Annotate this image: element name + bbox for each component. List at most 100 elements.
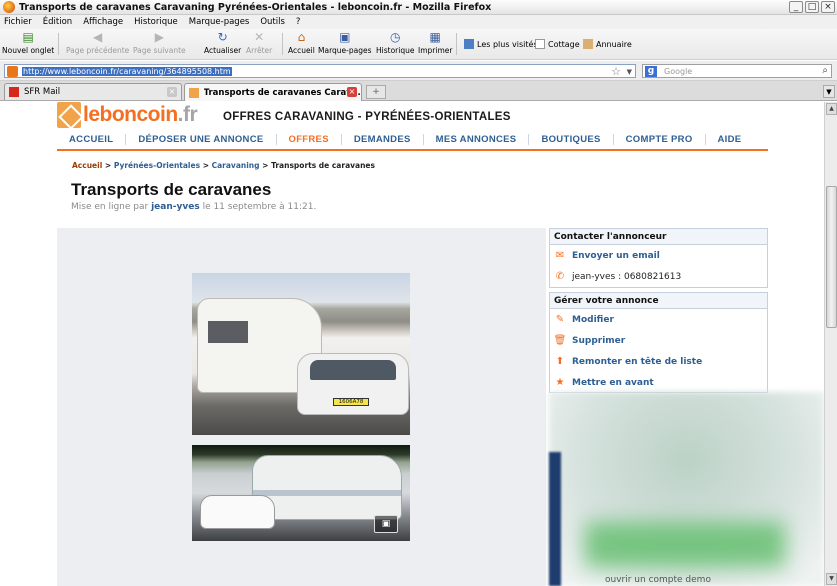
stop-button[interactable]: ✕ Arrêter (246, 31, 272, 58)
print-button[interactable]: ▦ Imprimer (418, 31, 452, 58)
close-window-button[interactable]: × (821, 1, 835, 13)
window-title: Transports de caravanes Caravaning Pyrén… (19, 1, 492, 13)
menu-fichier[interactable]: Fichier (4, 17, 32, 27)
scroll-down-icon[interactable]: ▼ (826, 573, 837, 585)
close-icon[interactable]: × (167, 87, 177, 97)
menu-affichage[interactable]: Affichage (83, 17, 123, 27)
send-email-row[interactable]: ✉ Envoyer un email (550, 245, 767, 266)
phone-row: ✆ jean-yves : 0680821613 (550, 266, 767, 287)
trash-icon: 🗑 (553, 335, 567, 346)
breadcrumb-sep: > (262, 161, 269, 170)
bookmark-annuaire[interactable]: Annuaire (583, 39, 632, 49)
nav-boutiques[interactable]: BOUTIQUES (528, 133, 612, 145)
forward-arrow-icon: ▶ (154, 30, 164, 44)
home-button[interactable]: ⌂ Accueil (288, 31, 315, 58)
menu-help[interactable]: ? (296, 17, 301, 27)
nav-offres[interactable]: OFFRES (275, 133, 341, 145)
bookmark-label: Cottage (548, 39, 580, 49)
folder-icon (464, 39, 474, 49)
search-input[interactable]: g Google ⌕ (642, 64, 832, 78)
window-controls: _ □ × (789, 1, 835, 13)
modify-row[interactable]: ✎ Modifier (550, 309, 767, 330)
maximize-button[interactable]: □ (805, 1, 819, 13)
reload-button[interactable]: ↻ Actualiser (204, 31, 241, 58)
tab-sfr-mail[interactable]: SFR Mail × (4, 83, 182, 100)
manage-box: Gérer votre annonce ✎ Modifier 🗑 Supprim… (549, 292, 768, 393)
menu-outils[interactable]: Outils (260, 17, 285, 27)
back-button[interactable]: ◀ Page précédente (66, 31, 129, 58)
history-button[interactable]: ◷ Historique (376, 31, 414, 58)
section-title: OFFRES CARAVANING - PYRÉNÉES-ORIENTALES (223, 111, 511, 123)
camera-icon[interactable]: ▣ (374, 515, 398, 533)
stop-label: Arrêter (246, 46, 273, 55)
new-tab-label: Nouvel onglet (2, 46, 55, 55)
site-favicon (7, 65, 18, 77)
menu-edition[interactable]: Édition (43, 17, 72, 27)
nav-deposer-annonce[interactable]: DÉPOSER UNE ANNONCE (125, 133, 275, 145)
ad-photo-main[interactable]: 1606A78 (192, 273, 410, 435)
bookmarks-button[interactable]: ▣ Marque-pages (318, 31, 372, 58)
bookmark-most-visited[interactable]: Les plus visités (464, 39, 538, 49)
page-scrollbar[interactable]: ▲ ▼ (824, 102, 837, 586)
breadcrumb-category[interactable]: Caravaning (212, 161, 260, 170)
logo-box-icon (57, 102, 81, 128)
breadcrumb-accueil[interactable]: Accueil (72, 161, 102, 170)
arrow-up-icon: ⬆ (555, 356, 565, 367)
toolbar-separator (282, 33, 283, 55)
feature-row[interactable]: ★ Mettre en avant (550, 372, 767, 393)
bookmark-cottage[interactable]: Cottage (535, 39, 580, 49)
posted-prefix: Mise en ligne par (71, 202, 149, 212)
delete-link[interactable]: Supprimer (572, 336, 625, 346)
nav-compte-pro[interactable]: COMPTE PRO (612, 133, 705, 145)
pencil-icon: ✎ (555, 314, 565, 325)
ad-title: Transports de caravanes (71, 180, 272, 199)
reload-label: Actualiser (204, 46, 242, 55)
menu-historique[interactable]: Historique (134, 17, 178, 27)
nav-accueil[interactable]: ACCUEIL (57, 134, 125, 145)
author-link[interactable]: jean-yves (151, 202, 200, 212)
google-icon[interactable]: g (645, 65, 657, 77)
forward-button[interactable]: ▶ Page suivante (133, 31, 186, 58)
site-logo[interactable]: leboncoin.fr (57, 102, 198, 128)
new-tab-plus-button[interactable]: + (366, 85, 386, 99)
manage-header: Gérer votre annonce (550, 293, 767, 309)
open-demo-link[interactable]: ouvrir un compte demo (605, 575, 711, 585)
nav-demandes[interactable]: DEMANDES (340, 133, 423, 145)
breadcrumb-sep: > (202, 161, 209, 170)
phone-icon: ✆ (555, 271, 565, 282)
tab-list-button[interactable]: ▼ (823, 85, 835, 98)
sfr-icon (9, 87, 19, 97)
tab-transports-caravanes[interactable]: Transports de caravanes Carava... × (184, 83, 362, 101)
bump-row[interactable]: ⬆ Remonter en tête de liste (550, 351, 767, 372)
photo-area: 1606A78 ▣ (57, 228, 546, 586)
modify-link[interactable]: Modifier (572, 315, 614, 325)
new-tab-button[interactable]: ▤ Nouvel onglet (2, 31, 54, 58)
feature-link[interactable]: Mettre en avant (572, 378, 654, 388)
bump-link[interactable]: Remonter en tête de liste (572, 357, 702, 367)
ad-photo-thumbnail[interactable]: ▣ (192, 445, 410, 541)
chevron-down-icon[interactable]: ▼ (627, 66, 632, 78)
license-plate: 1606A78 (333, 398, 369, 406)
breadcrumb-region[interactable]: Pyrénées-Orientales (114, 161, 200, 170)
url-input[interactable]: http://www.leboncoin.fr/caravaning/36489… (4, 64, 636, 78)
url-text: http://www.leboncoin.fr/caravaning/36489… (22, 66, 232, 76)
star-icon[interactable]: ☆ (611, 65, 621, 78)
search-icon[interactable]: ⌕ (822, 65, 828, 77)
minimize-button[interactable]: _ (789, 1, 803, 13)
caravan-stripe (253, 490, 401, 496)
close-icon[interactable]: × (347, 87, 357, 97)
clock-icon: ◷ (389, 30, 401, 44)
scroll-up-icon[interactable]: ▲ (826, 103, 837, 115)
send-email-link[interactable]: Envoyer un email (572, 251, 660, 261)
menu-marque-pages[interactable]: Marque-pages (189, 17, 250, 27)
back-label: Page précédente (66, 46, 130, 55)
delete-row[interactable]: 🗑 Supprimer (550, 330, 767, 351)
scroll-thumb[interactable] (826, 186, 837, 328)
contact-box: Contacter l'annonceur ✉ Envoyer un email… (549, 228, 768, 288)
menu-bar: Fichier Édition Affichage Historique Mar… (0, 15, 837, 29)
bookmark-label: Les plus visités (477, 39, 538, 49)
blurred-advert-button (585, 522, 785, 567)
nav-aide[interactable]: AIDE (704, 133, 754, 145)
home-label: Accueil (288, 46, 315, 55)
nav-mes-annonces[interactable]: MES ANNONCES (422, 133, 529, 145)
